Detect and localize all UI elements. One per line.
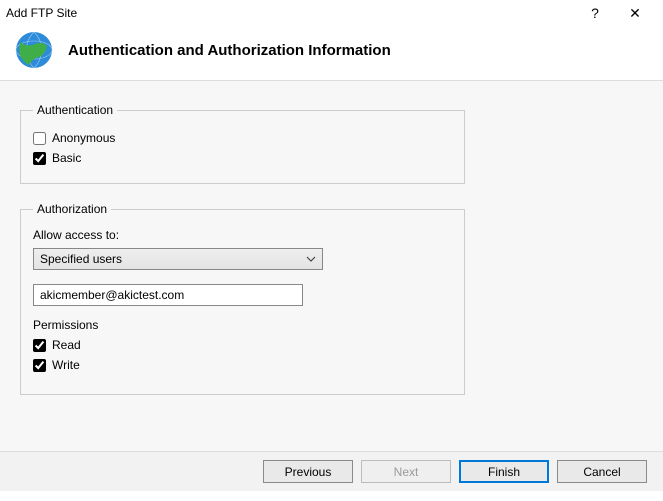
wizard-footer: Previous Next Finish Cancel xyxy=(0,451,663,491)
authentication-group: Authentication Anonymous Basic xyxy=(20,103,465,184)
globe-icon xyxy=(14,30,54,70)
close-icon: ✕ xyxy=(629,5,641,22)
authorization-legend: Authorization xyxy=(33,202,111,216)
wizard-header: Authentication and Authorization Informa… xyxy=(0,26,663,80)
page-title: Authentication and Authorization Informa… xyxy=(68,42,391,59)
help-icon: ? xyxy=(591,5,599,21)
wizard-body: Authentication Anonymous Basic Authoriza… xyxy=(0,81,663,451)
authentication-legend: Authentication xyxy=(33,103,117,117)
permissions-label: Permissions xyxy=(33,318,452,332)
window-title: Add FTP Site xyxy=(4,6,575,20)
users-input[interactable] xyxy=(33,284,303,306)
read-checkbox[interactable] xyxy=(33,339,46,352)
write-row: Write xyxy=(33,358,452,372)
anonymous-row: Anonymous xyxy=(33,131,452,145)
write-label: Write xyxy=(52,358,80,372)
next-button: Next xyxy=(361,460,451,483)
basic-row: Basic xyxy=(33,151,452,165)
allow-access-selected: Specified users xyxy=(40,252,122,266)
help-button[interactable]: ? xyxy=(575,0,615,26)
previous-button[interactable]: Previous xyxy=(263,460,353,483)
write-checkbox[interactable] xyxy=(33,359,46,372)
titlebar: Add FTP Site ? ✕ xyxy=(0,0,663,26)
basic-label: Basic xyxy=(52,151,81,165)
allow-access-label: Allow access to: xyxy=(33,228,452,242)
cancel-button[interactable]: Cancel xyxy=(557,460,647,483)
read-label: Read xyxy=(52,338,81,352)
finish-button[interactable]: Finish xyxy=(459,460,549,483)
basic-checkbox[interactable] xyxy=(33,152,46,165)
authorization-group: Authorization Allow access to: Specified… xyxy=(20,202,465,395)
anonymous-label: Anonymous xyxy=(52,131,115,145)
chevron-down-icon xyxy=(306,256,316,262)
read-row: Read xyxy=(33,338,452,352)
close-button[interactable]: ✕ xyxy=(615,0,655,26)
anonymous-checkbox[interactable] xyxy=(33,132,46,145)
allow-access-select[interactable]: Specified users xyxy=(33,248,323,270)
